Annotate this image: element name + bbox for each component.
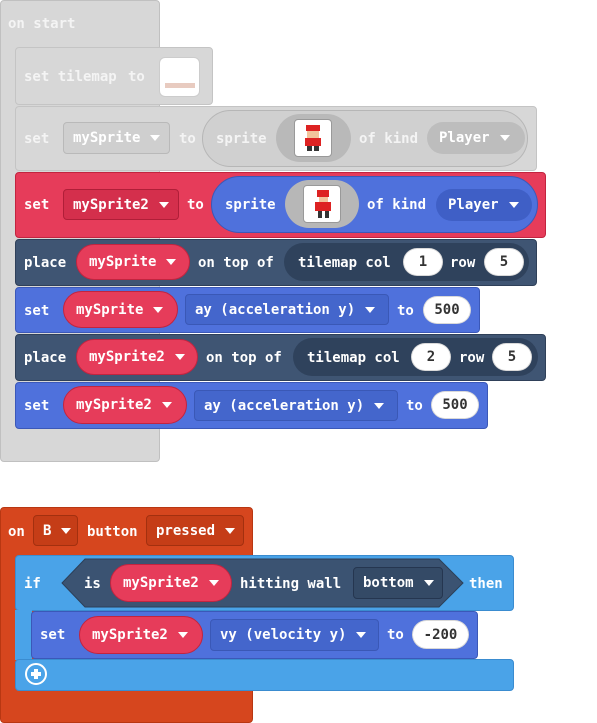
on-start-label: on start xyxy=(8,16,76,32)
to-label: to xyxy=(179,131,196,147)
button-dropdown[interactable]: B xyxy=(33,515,78,546)
set-label: set xyxy=(24,398,50,414)
set-label: set xyxy=(24,303,50,319)
button-label: button xyxy=(87,524,138,540)
mysprite2-variable[interactable]: mySprite2 xyxy=(79,616,203,654)
kind-dropdown[interactable]: Player xyxy=(436,189,532,221)
mysprite-variable[interactable]: mySprite xyxy=(76,244,190,280)
of-kind-label: of kind xyxy=(359,131,419,147)
to-label: to xyxy=(387,627,404,643)
chevron-down-icon xyxy=(499,135,510,141)
set-tilemap-to: to xyxy=(128,69,145,85)
chevron-down-icon xyxy=(161,402,172,408)
player-sprite-icon xyxy=(303,125,323,151)
place-label: place xyxy=(24,350,67,366)
sprite-thumbnail[interactable] xyxy=(303,185,341,223)
property-dropdown[interactable]: vy (velocity y) xyxy=(210,619,379,651)
chevron-down-icon xyxy=(153,306,164,313)
of-kind-label: of kind xyxy=(367,197,427,213)
property-dropdown[interactable]: ay (acceleration y) xyxy=(185,294,389,325)
on-label: on xyxy=(8,524,25,540)
set-label: set xyxy=(24,131,50,147)
sprite-label: sprite xyxy=(216,131,267,147)
tilemap-thumbnail-icon xyxy=(165,83,195,88)
sprite-image-slot[interactable] xyxy=(276,114,351,162)
mysprite2-dropdown[interactable]: mySprite2 xyxy=(63,189,179,220)
if-label: if xyxy=(24,576,41,592)
on-top-of-label: on top of xyxy=(198,255,274,271)
col-input[interactable]: 1 xyxy=(403,248,443,276)
chevron-down-icon xyxy=(208,580,219,586)
set-label: set xyxy=(40,627,66,643)
then-label: then xyxy=(469,576,503,592)
if-block-body-rail xyxy=(15,610,32,660)
row-input[interactable]: 5 xyxy=(484,248,524,276)
chevron-down-icon xyxy=(225,527,236,534)
player2-sprite-icon xyxy=(313,190,333,218)
value-input[interactable]: 500 xyxy=(423,296,471,324)
chevron-down-icon xyxy=(374,402,385,409)
place-label: place xyxy=(24,255,67,271)
value-input[interactable]: 500 xyxy=(431,391,479,419)
row-label: row xyxy=(459,350,485,366)
set-tilemap-label: set tilemap xyxy=(24,69,117,85)
chevron-down-icon xyxy=(508,202,519,208)
if-block-footer[interactable] xyxy=(15,659,514,691)
mysprite2-variable[interactable]: mySprite2 xyxy=(63,386,187,424)
tilemap-col-label: tilemap col xyxy=(307,350,400,366)
to-label: to xyxy=(187,197,204,213)
chevron-down-icon xyxy=(356,632,367,638)
chevron-down-icon xyxy=(150,135,161,141)
chevron-down-icon xyxy=(423,580,434,586)
row-label: row xyxy=(450,255,476,271)
event-dropdown[interactable]: pressed xyxy=(146,515,244,546)
kind-dropdown[interactable]: Player xyxy=(427,122,525,154)
property-dropdown[interactable]: ay (acceleration y) xyxy=(194,390,398,421)
to-label: to xyxy=(397,303,414,319)
mysprite2-variable[interactable]: mySprite2 xyxy=(110,564,232,602)
wall-direction-dropdown[interactable]: bottom xyxy=(353,567,443,599)
sprite-label: sprite xyxy=(225,197,276,213)
chevron-down-icon xyxy=(365,306,376,313)
chevron-down-icon xyxy=(61,527,72,534)
chevron-down-icon xyxy=(158,201,169,208)
col-input[interactable]: 2 xyxy=(411,343,451,371)
add-else-button[interactable] xyxy=(25,663,47,685)
on-top-of-label: on top of xyxy=(206,350,282,366)
hitting-wall-label: hitting wall xyxy=(240,576,342,592)
tilemap-picker[interactable] xyxy=(159,57,200,97)
sprite-thumbnail[interactable] xyxy=(294,119,332,157)
value-input[interactable]: -200 xyxy=(412,620,469,649)
set-label: set xyxy=(24,197,50,213)
is-label: is xyxy=(84,576,101,592)
row-input[interactable]: 5 xyxy=(492,343,532,371)
to-label: to xyxy=(406,398,423,414)
chevron-down-icon xyxy=(166,259,177,265)
chevron-down-icon xyxy=(174,354,185,360)
mysprite-variable[interactable]: mySprite xyxy=(63,291,178,328)
mysprite2-variable[interactable]: mySprite2 xyxy=(76,339,198,375)
sprite-image-slot[interactable] xyxy=(285,180,359,228)
chevron-down-icon xyxy=(177,632,188,638)
mysprite-dropdown[interactable]: mySprite xyxy=(63,122,170,154)
tilemap-col-label: tilemap col xyxy=(298,255,391,271)
